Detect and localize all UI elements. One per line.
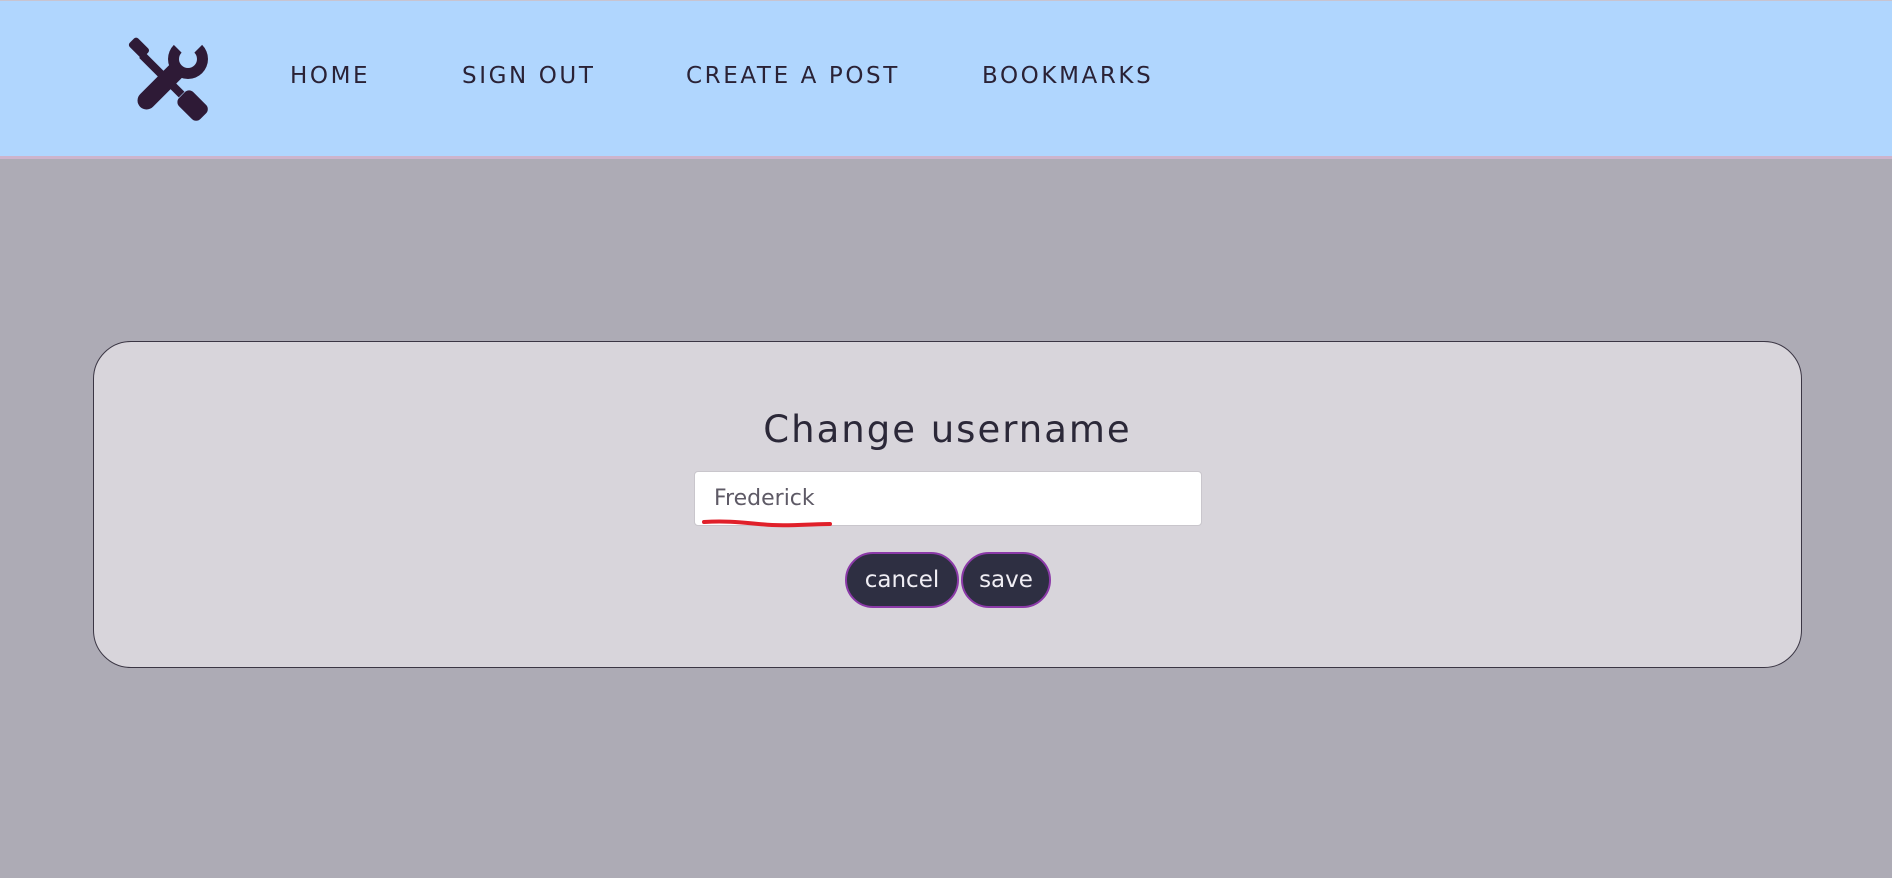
nav-sign-out-link[interactable]: SIGN OUT (462, 63, 596, 89)
cancel-button[interactable]: cancel (845, 552, 959, 608)
nav-create-post-link[interactable]: CREATE A POST (686, 63, 900, 89)
panel-title: Change username (763, 408, 1132, 451)
nav-home-link[interactable]: HOME (290, 63, 370, 89)
tools-wrench-screwdriver-icon[interactable] (122, 37, 212, 125)
annotation-underline (702, 519, 832, 528)
change-username-panel: Change username cancel save (93, 341, 1802, 668)
nav-bookmarks-link[interactable]: BOOKMARKS (982, 63, 1153, 89)
site-header: HOME SIGN OUT CREATE A POST BOOKMARKS (0, 0, 1892, 159)
save-button[interactable]: save (961, 552, 1051, 608)
